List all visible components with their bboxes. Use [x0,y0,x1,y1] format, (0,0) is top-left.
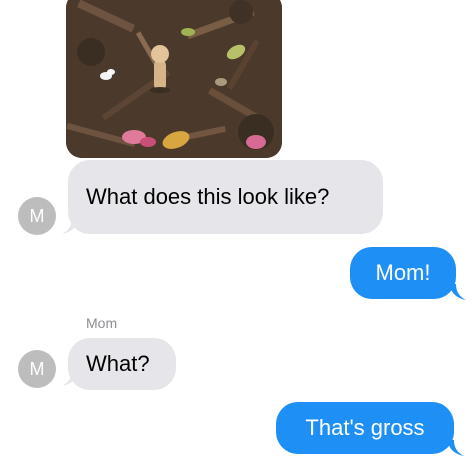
incoming-message-bubble[interactable]: What? [68,338,176,390]
garden-mulch-photo [66,0,282,158]
avatar-initial: M [29,358,45,379]
message-text: Mom! [375,260,431,285]
incoming-message-bubble[interactable]: What does this look like? [68,160,383,234]
bubble-tail-icon [448,440,464,456]
avatar[interactable]: M [18,350,56,388]
message-text: What does this look like? [86,184,330,209]
message-thread: M What does this look like? Mom! Mom M W… [0,0,474,464]
outgoing-message-bubble[interactable]: That's gross [276,402,454,454]
avatar-initial: M [29,205,45,226]
photo-attachment[interactable] [66,0,282,158]
avatar[interactable]: M [18,197,56,235]
message-text: That's gross [305,415,425,440]
message-text: What? [86,351,150,376]
bubble-tail-icon [450,284,466,300]
sender-name: Mom [86,315,118,331]
outgoing-message-bubble[interactable]: Mom! [350,247,456,299]
